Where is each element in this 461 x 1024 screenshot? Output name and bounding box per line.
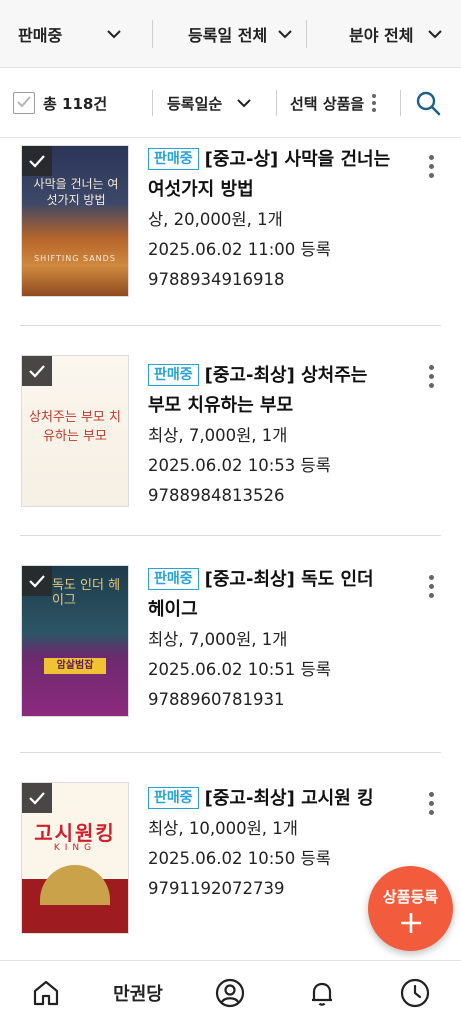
cover-title: 고시원킹 [34, 821, 116, 845]
nav-home[interactable] [26, 961, 66, 1024]
item-divider [20, 325, 441, 326]
item-registered: 2025.06.02 10:53 등록 [148, 456, 331, 475]
status-badge: 판매중 [148, 364, 199, 386]
register-product-label: 상품등록 [382, 888, 439, 906]
item-checkbox[interactable] [22, 356, 52, 386]
item-info[interactable]: 판매중 [중고-최상] 고시원 킹 최상, 10,000원, 1개 2025.06… [148, 784, 398, 904]
plus-icon [401, 913, 421, 933]
item-checkbox[interactable] [22, 783, 52, 813]
more-vertical-icon [372, 94, 377, 112]
clock-icon [400, 978, 430, 1008]
status-badge: 판매중 [148, 148, 199, 170]
category-filter-dropdown[interactable]: 분야 전체 [349, 0, 443, 68]
item-title[interactable]: 판매중 [중고-최상] 상처주는 부모 치유하는 부모 [148, 361, 398, 421]
check-icon [29, 575, 45, 588]
nav-notifications[interactable] [302, 961, 342, 1024]
chevron-down-icon [428, 30, 443, 39]
book-cover[interactable]: 독도 인더 헤이그 암살범잡 [21, 565, 129, 717]
chevron-down-icon [278, 30, 292, 39]
brand-label: 만권당 [113, 984, 163, 1005]
item-condition-price: 최상, 7,000원, 1개 [148, 426, 288, 445]
book-cover[interactable]: 사막을 건너는 여섯가지 방법 SHIFTING SANDS [21, 145, 129, 297]
date-filter-dropdown[interactable]: 등록일 전체 [188, 0, 293, 68]
cover-subtitle: KING [53, 843, 97, 853]
check-icon [29, 792, 45, 805]
sort-dropdown[interactable]: 등록일순 [167, 68, 252, 138]
item-isbn: 9788960781931 [148, 690, 285, 709]
check-icon [29, 155, 45, 168]
item-title[interactable]: 판매중 [중고-상] 사막을 건너는 여섯가지 방법 [148, 145, 398, 205]
item-isbn: 9788984813526 [148, 486, 285, 505]
item-condition-price: 상, 20,000원, 1개 [148, 210, 283, 229]
date-filter-label: 등록일 전체 [188, 26, 268, 45]
cover-art [40, 865, 110, 905]
bell-icon [312, 982, 332, 1006]
filter-bar: 판매중 등록일 전체 분야 전체 [0, 0, 461, 68]
item-info[interactable]: 판매중 [중고-최상] 상처주는 부모 치유하는 부모 최상, 7,000원, 1… [148, 361, 398, 511]
cover-title: 상처주는 부모 치유하는 부모 [29, 410, 121, 444]
select-all-checkbox[interactable] [13, 92, 35, 114]
status-badge: 판매중 [148, 568, 199, 590]
item-registered: 2025.06.02 10:50 등록 [148, 849, 331, 868]
filter-divider [306, 20, 307, 48]
item-more-button[interactable] [426, 155, 436, 183]
cover-title: 독도 인더 헤이그 [52, 578, 121, 608]
check-icon [17, 96, 31, 108]
sort-label: 등록일순 [167, 94, 223, 113]
item-divider [20, 752, 441, 753]
user-icon [215, 978, 245, 1008]
home-icon [33, 980, 59, 1006]
item-checkbox[interactable] [22, 566, 52, 596]
item-registered: 2025.06.02 11:00 등록 [148, 240, 331, 259]
cover-band: 암살범잡 [44, 658, 106, 674]
item-more-button[interactable] [426, 365, 436, 393]
list-toolbar: 총 118건 등록일순 선택 상품을 [0, 68, 461, 138]
bulk-action-menu[interactable]: 선택 상품을 [290, 68, 377, 138]
status-badge: 판매중 [148, 787, 199, 809]
toolbar-divider [400, 90, 401, 116]
item-condition-price: 최상, 10,000원, 1개 [148, 819, 298, 838]
book-cover[interactable]: 상처주는 부모 치유하는 부모 [21, 355, 129, 507]
select-all[interactable]: 총 118건 [13, 68, 107, 138]
category-filter-label: 분야 전체 [349, 26, 414, 45]
item-more-button[interactable] [426, 575, 436, 603]
chevron-down-icon [237, 99, 251, 108]
nav-brand[interactable]: 만권당 [98, 961, 178, 1024]
item-title[interactable]: 판매중 [중고-최상] 독도 인더 헤이그 [148, 565, 398, 625]
book-cover[interactable]: 고시원킹 KING [21, 782, 129, 934]
toolbar-divider [276, 90, 277, 116]
item-divider [20, 535, 441, 536]
item-info[interactable]: 판매중 [중고-상] 사막을 건너는 여섯가지 방법 상, 20,000원, 1개… [148, 145, 398, 295]
search-button[interactable] [415, 68, 441, 138]
toolbar-divider [152, 90, 153, 116]
filter-divider [152, 20, 153, 48]
item-checkbox[interactable] [22, 146, 52, 176]
status-filter-dropdown[interactable]: 판매중 [18, 0, 122, 68]
item-info[interactable]: 판매중 [중고-최상] 독도 인더 헤이그 최상, 7,000원, 1개 2025… [148, 565, 398, 715]
cover-subtitle: SHIFTING SANDS [34, 254, 116, 263]
chevron-down-icon [107, 30, 121, 39]
item-registered: 2025.06.02 10:51 등록 [148, 660, 331, 679]
item-title-text: [중고-최상] 고시원 킹 [204, 788, 374, 809]
item-more-button[interactable] [426, 792, 436, 820]
nav-my-account[interactable] [210, 961, 250, 1024]
status-filter-label: 판매중 [18, 26, 63, 45]
search-icon [416, 91, 441, 116]
bulk-action-label: 선택 상품을 [290, 94, 365, 113]
nav-recent[interactable] [395, 961, 435, 1024]
item-title[interactable]: 판매중 [중고-최상] 고시원 킹 [148, 784, 398, 814]
total-count: 총 118건 [43, 94, 108, 113]
check-icon [29, 365, 45, 378]
register-product-button[interactable]: 상품등록 [368, 866, 453, 951]
bottom-nav: 만권당 [0, 960, 461, 1024]
cover-title: 사막을 건너는 여섯가지 방법 [33, 177, 119, 207]
item-isbn: 9791192072739 [148, 879, 285, 898]
item-condition-price: 최상, 7,000원, 1개 [148, 630, 288, 649]
item-isbn: 9788934916918 [148, 270, 285, 289]
